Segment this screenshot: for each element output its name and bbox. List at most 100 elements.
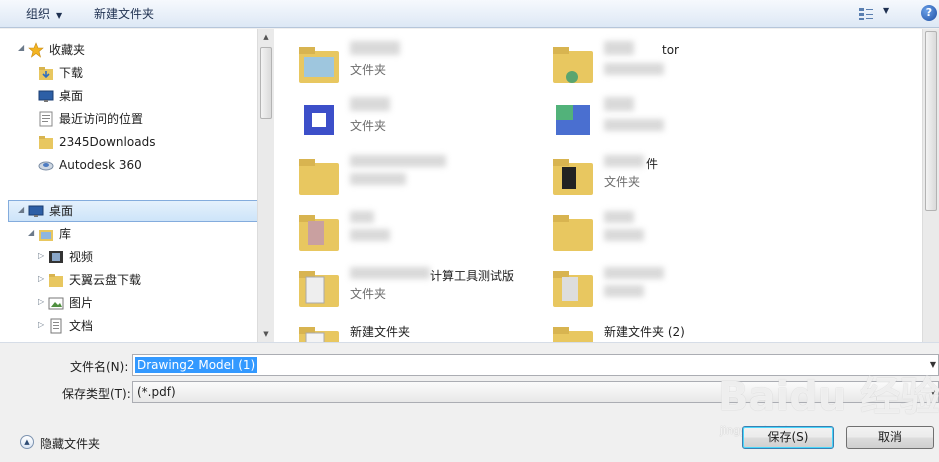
nav-item-label: 下载 <box>59 66 84 80</box>
command-bar: 组织 ▼ 新建文件夹 ▼ ? <box>0 0 939 28</box>
scroll-down-icon[interactable]: ▼ <box>258 326 274 342</box>
cloud-drive-icon <box>38 161 54 171</box>
documents-library-icon <box>50 318 62 334</box>
folder-icon <box>49 274 63 287</box>
redacted-type <box>350 229 390 241</box>
file-type: 文件夹 <box>350 63 387 77</box>
nav-item-label: 图片 <box>69 296 94 310</box>
organize-menu-button[interactable]: 组织 ▼ <box>26 5 62 23</box>
collapse-arrow-icon[interactable]: ◢ <box>18 43 24 52</box>
file-tile[interactable]: 件 文件夹 <box>550 151 810 203</box>
redacted-type <box>604 229 644 241</box>
collapse-arrow-icon[interactable]: ◢ <box>28 228 34 237</box>
view-options-chevron-icon[interactable]: ▼ <box>883 6 889 15</box>
nav-selection-highlight <box>8 200 258 222</box>
nav-item-label: 最近访问的位置 <box>59 112 144 126</box>
filename-label: 文件名(N): <box>70 360 129 374</box>
nav-libraries-label: 库 <box>59 227 72 241</box>
nav-item-label: 视频 <box>69 250 94 264</box>
expand-arrow-icon[interactable]: ▷ <box>38 320 44 329</box>
nav-scrollbar[interactable]: ▲ ▼ <box>257 29 274 342</box>
organize-label: 组织 <box>26 7 51 21</box>
file-name: 计算工具测试版 <box>430 269 515 283</box>
redacted-name <box>350 267 430 279</box>
file-tile[interactable] <box>296 207 556 259</box>
folder-icon <box>299 159 339 195</box>
nav-favorites-label: 收藏夹 <box>49 43 86 57</box>
redacted-name <box>350 97 390 111</box>
video-library-icon <box>49 251 63 263</box>
file-tile[interactable]: tor <box>550 39 810 91</box>
file-tile[interactable] <box>550 207 810 259</box>
hide-folders-label: 隐藏文件夹 <box>40 437 101 451</box>
file-type: 文件夹 <box>604 175 641 189</box>
nav-item-label: 2345Downloads <box>59 135 156 149</box>
nav-item-label: 文档 <box>69 319 94 333</box>
savetype-label: 保存类型(T): <box>62 387 131 401</box>
nav-desktop-label: 桌面 <box>49 204 74 218</box>
redacted-name <box>604 155 644 167</box>
folder-icon <box>553 159 593 195</box>
app-shortcut-icon <box>556 105 590 135</box>
expand-arrow-icon[interactable]: ▷ <box>38 297 44 306</box>
star-icon <box>28 42 44 58</box>
folder-icon <box>299 47 339 83</box>
folder-icon <box>553 271 593 307</box>
file-tile[interactable]: 文件夹 <box>296 39 556 91</box>
file-name: 新建文件夹 (2) <box>604 325 685 339</box>
nav-item-label: Autodesk 360 <box>59 158 142 172</box>
chevron-up-icon: ▲ <box>20 435 34 449</box>
scroll-thumb[interactable] <box>925 31 937 211</box>
redacted-name <box>604 211 634 223</box>
desktop-icon <box>28 205 44 217</box>
folder-icon <box>299 215 339 251</box>
file-name: 新建文件夹 <box>350 325 411 339</box>
folder-icon <box>299 271 339 307</box>
folder-icon <box>553 215 593 251</box>
nav-item-label: 天翼云盘下载 <box>69 273 142 287</box>
file-tile[interactable] <box>550 263 810 315</box>
savetype-value: (*.pdf) <box>137 385 176 399</box>
save-button[interactable]: 保存(S) <box>742 426 834 449</box>
app-shortcut-icon <box>304 105 334 135</box>
scroll-thumb[interactable] <box>260 47 272 119</box>
file-tile[interactable] <box>550 95 810 147</box>
help-icon[interactable]: ? <box>921 5 937 21</box>
new-folder-button[interactable]: 新建文件夹 <box>94 5 154 23</box>
expand-arrow-icon[interactable]: ▷ <box>38 274 44 283</box>
collapse-arrow-icon[interactable]: ◢ <box>18 205 24 214</box>
redacted-type <box>604 119 664 131</box>
download-folder-icon <box>39 67 53 80</box>
navigation-pane: ◢ 收藏夹 下载 桌面 最近访问的位置 2345Downloads Autode… <box>0 29 274 342</box>
files-scrollbar[interactable] <box>922 29 939 342</box>
file-name: 件 <box>646 157 659 171</box>
desktop-icon <box>38 90 54 102</box>
change-view-icon[interactable] <box>858 7 874 21</box>
scroll-up-icon[interactable]: ▲ <box>258 29 274 45</box>
file-list-pane: 文件夹 tor 文件夹 件 文件夹 计算工具测试版 文件夹 新建文件夹 新建文件… <box>274 29 939 363</box>
redacted-name <box>604 41 634 55</box>
filename-value: Drawing2 Model (1) <box>135 357 258 373</box>
pictures-library-icon <box>48 297 64 310</box>
file-type: 文件夹 <box>350 287 387 301</box>
file-type: 文件夹 <box>350 119 387 133</box>
redacted-name <box>604 97 634 111</box>
library-icon <box>39 230 53 241</box>
file-name: tor <box>662 43 679 57</box>
file-tile[interactable] <box>296 151 556 203</box>
recent-places-icon <box>39 111 53 127</box>
redacted-name <box>604 267 664 279</box>
nav-item-label: 桌面 <box>59 89 84 103</box>
cancel-button[interactable]: 取消 <box>846 426 934 449</box>
expand-arrow-icon[interactable]: ▷ <box>38 251 44 260</box>
redacted-type <box>604 63 664 75</box>
redacted-name <box>350 155 446 167</box>
redacted-type <box>350 173 406 185</box>
file-tile[interactable]: 文件夹 <box>296 95 556 147</box>
redacted-type <box>604 285 644 297</box>
redacted-name <box>350 41 400 55</box>
file-tile[interactable]: 计算工具测试版 文件夹 <box>296 263 556 315</box>
chevron-down-icon[interactable]: ▼ <box>930 360 936 369</box>
folder-user-icon <box>553 47 593 83</box>
chevron-down-icon: ▼ <box>56 11 63 20</box>
